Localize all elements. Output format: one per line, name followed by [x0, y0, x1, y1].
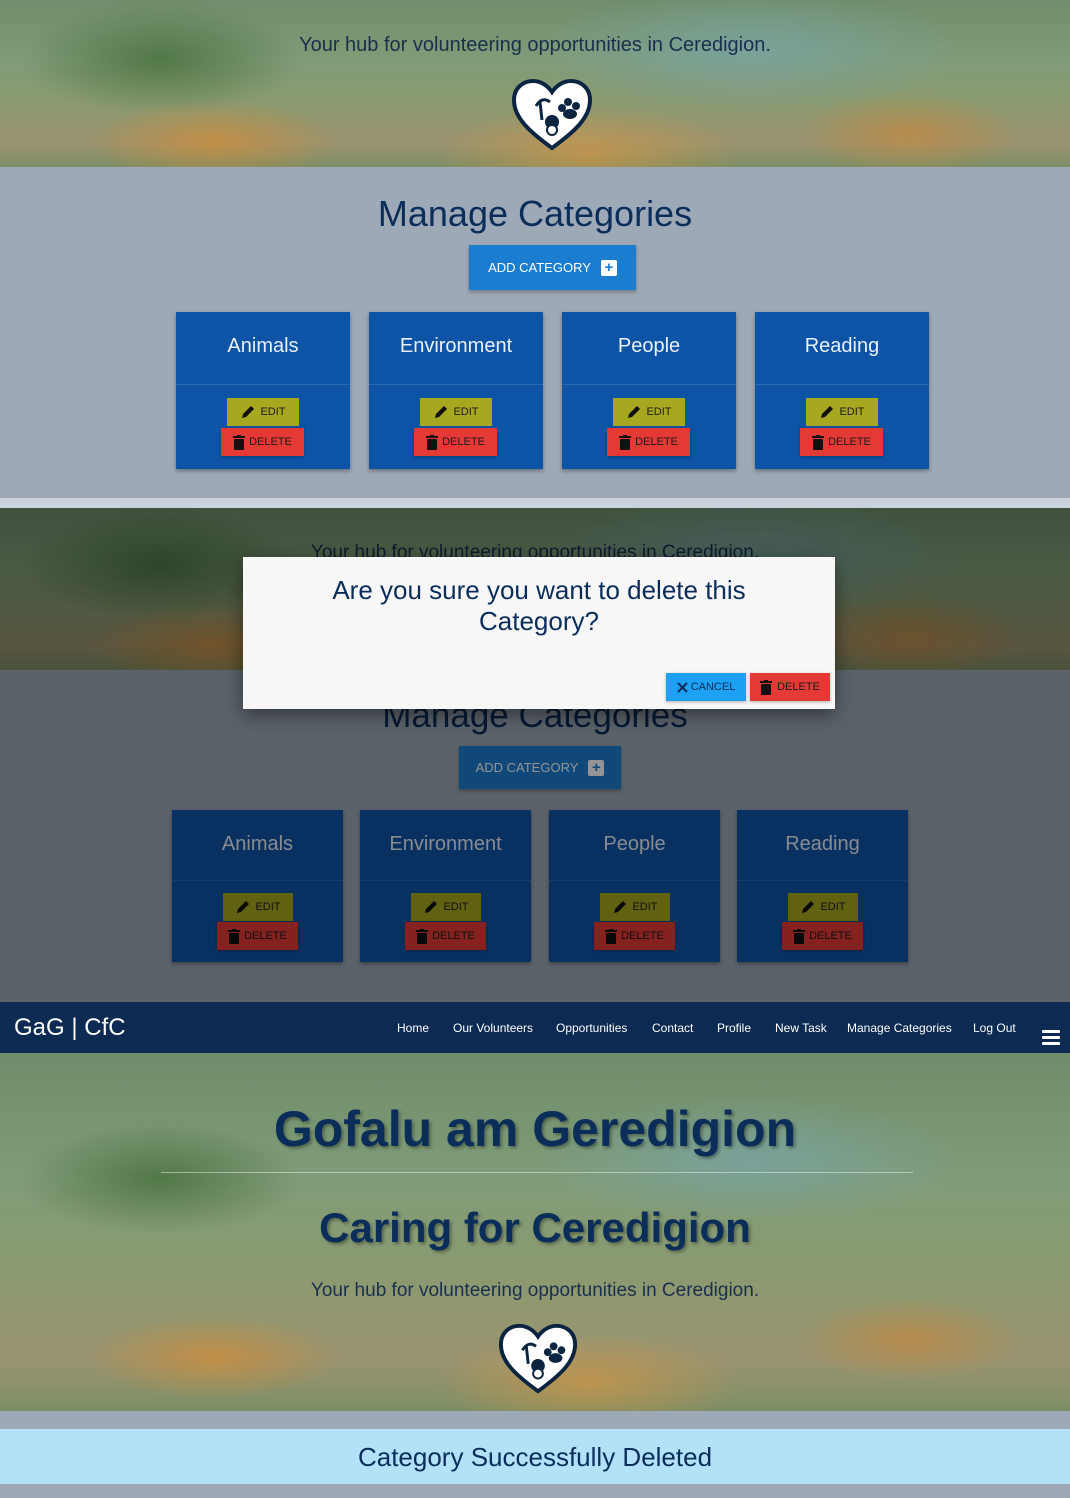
nav-our-volunteers[interactable]: Our Volunteers: [453, 1021, 533, 1035]
nav-manage-categories[interactable]: Manage Categories: [847, 1021, 952, 1035]
title-divider: [161, 1172, 913, 1173]
trash-icon: [619, 434, 632, 450]
nav-profile[interactable]: Profile: [717, 1021, 751, 1035]
screen-separator: [0, 498, 1070, 508]
nav-log-out[interactable]: Log Out: [973, 1021, 1016, 1035]
edit-button[interactable]: EDIT: [420, 398, 492, 426]
nav-opportunities[interactable]: Opportunities: [556, 1021, 627, 1035]
success-alert: Category Successfully Deleted: [0, 1429, 1070, 1484]
hamburger-menu-icon[interactable]: [1042, 1030, 1060, 1048]
delete-button[interactable]: DELETE: [414, 428, 497, 456]
brand-logo[interactable]: GaG | CfC: [14, 1014, 126, 1042]
plus-square-icon: +: [600, 259, 617, 276]
delete-button[interactable]: DELETE: [221, 428, 304, 456]
cancel-label: CANCEL: [690, 681, 736, 693]
trash-icon: [760, 679, 773, 695]
category-title: Animals: [227, 335, 299, 357]
category-title: Reading: [804, 335, 880, 357]
navbar: GaG | CfC Home Our Volunteers Opportunit…: [0, 1002, 1070, 1053]
modal-message: Are you sure you want to delete this Cat…: [332, 575, 746, 636]
nav-home[interactable]: Home: [397, 1021, 429, 1035]
delete-label: DELETE: [442, 436, 485, 448]
delete-button[interactable]: DELETE: [800, 428, 883, 456]
category-card: Reading EDIT DELETE: [755, 312, 929, 469]
pencil-icon: [628, 406, 641, 418]
cancel-button[interactable]: CANCEL: [666, 673, 746, 701]
hero-tagline: Your hub for volunteering opportunities …: [310, 1280, 760, 1301]
card-divider: [176, 384, 350, 385]
category-card: Environment EDIT DELETE: [369, 312, 543, 469]
category-title: Environment: [399, 335, 513, 357]
delete-confirm-modal: Are you sure you want to delete this Cat…: [243, 557, 835, 709]
nav-contact[interactable]: Contact: [652, 1021, 693, 1035]
card-divider: [369, 384, 543, 385]
edit-button[interactable]: EDIT: [806, 398, 878, 426]
alert-message: Category Successfully Deleted: [357, 1442, 713, 1472]
title-welsh: Gofalu am Geredigion: [273, 1101, 797, 1157]
heart-logo-icon: [511, 78, 593, 151]
pencil-icon: [435, 406, 448, 418]
add-category-button[interactable]: ADD CATEGORY +: [469, 245, 636, 290]
hero-tagline: Your hub for volunteering opportunities …: [299, 34, 771, 56]
title-english: Caring for Ceredigion: [319, 1204, 751, 1251]
edit-label: EDIT: [839, 406, 865, 418]
add-category-label: ADD CATEGORY: [488, 260, 591, 275]
trash-icon: [812, 434, 825, 450]
confirm-delete-button[interactable]: DELETE: [750, 673, 830, 701]
delete-button[interactable]: DELETE: [607, 428, 690, 456]
confirm-delete-label: DELETE: [777, 681, 820, 693]
nav-new-task[interactable]: New Task: [775, 1021, 827, 1035]
edit-label: EDIT: [453, 406, 479, 418]
screen-delete-confirm: Your hub for volunteering opportunities …: [0, 508, 1070, 1002]
edit-button[interactable]: EDIT: [227, 398, 299, 426]
pencil-icon: [821, 406, 834, 418]
category-title: People: [617, 335, 681, 357]
heart-logo-icon: [498, 1323, 578, 1394]
edit-label: EDIT: [646, 406, 672, 418]
trash-icon: [426, 434, 439, 450]
delete-label: DELETE: [828, 436, 871, 448]
card-divider: [755, 384, 929, 385]
delete-label: DELETE: [249, 436, 292, 448]
trash-icon: [233, 434, 246, 450]
screen-delete-success: GaG | CfC Home Our Volunteers Opportunit…: [0, 1002, 1070, 1498]
screen-manage-categories: Your hub for volunteering opportunities …: [0, 0, 1070, 498]
edit-label: EDIT: [260, 406, 286, 418]
pencil-icon: [242, 406, 255, 418]
category-card: Animals EDIT DELETE: [176, 312, 350, 469]
edit-button[interactable]: EDIT: [613, 398, 685, 426]
card-divider: [562, 384, 736, 385]
delete-label: DELETE: [635, 436, 678, 448]
close-icon: [676, 681, 688, 693]
category-card: People EDIT DELETE: [562, 312, 736, 469]
page-title: Manage Categories: [377, 193, 693, 234]
